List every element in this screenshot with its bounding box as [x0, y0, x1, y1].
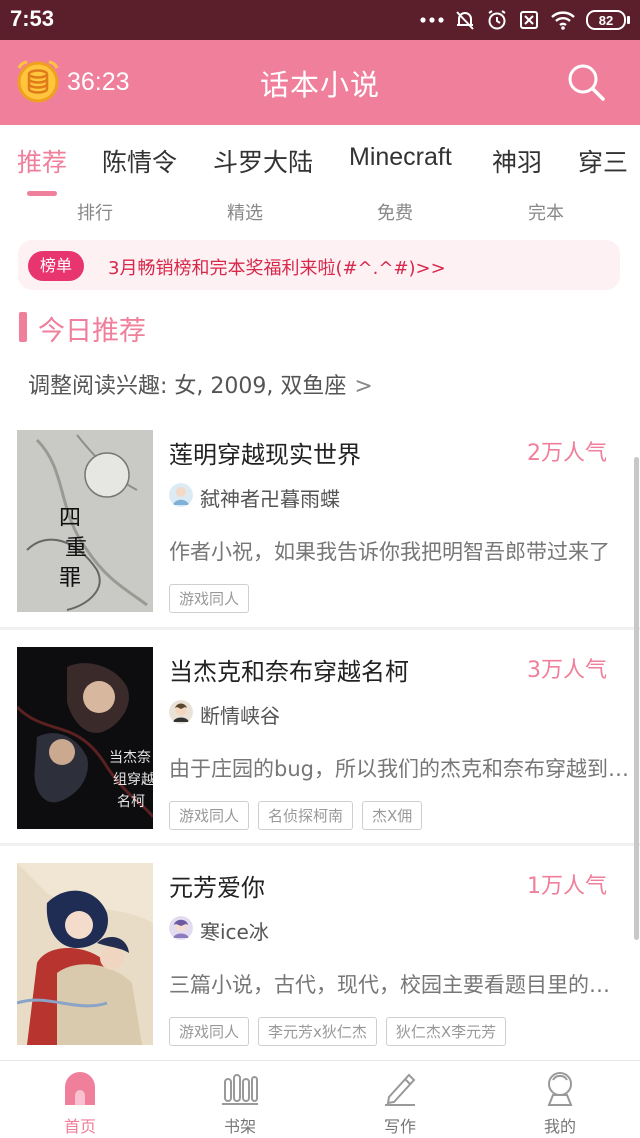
nav-profile[interactable]: 我的 [510, 1069, 610, 1137]
book-tag[interactable]: 名侦探柯南 [258, 801, 354, 830]
tab-minecraft[interactable]: Minecraft [349, 143, 452, 172]
tab-douluo-dalu[interactable]: 斗罗大陆 [213, 143, 313, 179]
book-popularity: 1万人气 [527, 874, 607, 899]
bell-off-icon [456, 11, 474, 30]
active-tab-indicator [27, 191, 57, 196]
nav-label: 我的 [543, 1117, 576, 1136]
status-bar: 7:53 82 [0, 0, 640, 40]
tab-shenyu[interactable]: 神羽 [492, 143, 542, 179]
battery-icon: 82 [586, 10, 630, 30]
nav-write[interactable]: 写作 [350, 1069, 450, 1137]
pencil-icon [385, 1073, 416, 1106]
book-description: 作者小祝，如果我告诉你我把明智吾郎带过来了 [169, 540, 610, 564]
book-cover [17, 863, 153, 1045]
author-name: 寒ice冰 [200, 920, 269, 944]
notice-badge: 榜单 [28, 251, 85, 281]
book-tags: 游戏同人 李元芳x狄仁杰 狄仁杰X李元芳 [169, 1017, 507, 1046]
book-title: 莲明穿越现实世界 [169, 441, 361, 469]
nav-label: 首页 [63, 1117, 96, 1136]
author-name: 断情峡谷 [200, 704, 280, 728]
book-description: 由于庄园的bug，所以我们的杰克和奈布穿越到了名柯 [169, 757, 629, 781]
author-avatar [169, 483, 193, 507]
book-tag[interactable]: 狄仁杰X李元芳 [385, 1017, 507, 1046]
tab-chenqingling[interactable]: 陈情令 [102, 143, 177, 179]
section-title: 今日推荐 [38, 316, 146, 347]
svg-text:重: 重 [65, 536, 87, 561]
battery-level: 82 [586, 10, 626, 30]
book-title: 元芳爱你 [169, 874, 265, 902]
book-card[interactable]: 元芳爱你 1万人气 寒ice冰 三篇小说，古代，现代，校园主要看题目里的内容 游… [0, 863, 640, 1079]
book-tags: 游戏同人 [169, 584, 250, 613]
subnav-free[interactable]: 免费 [335, 199, 455, 225]
author-avatar [169, 916, 193, 940]
book-cover: 四 重 罪 [17, 430, 153, 612]
sub-nav: 排行 精选 免费 完本 [0, 197, 640, 231]
subnav-featured[interactable]: 精选 [185, 199, 305, 225]
svg-text:名柯: 名柯 [117, 794, 145, 810]
nav-label: 书架 [223, 1117, 256, 1136]
book-tag[interactable]: 杰X佣 [362, 801, 423, 830]
svg-text:当杰奈: 当杰奈 [109, 750, 151, 766]
divider [0, 627, 640, 630]
book-tag[interactable]: 游戏同人 [169, 1017, 250, 1046]
book-card[interactable]: 四 重 罪 莲明穿越现实世界 2万人气 弑神者卍暮雨蝶 作者小祝，如果我告诉你我… [0, 430, 640, 646]
nav-bookshelf[interactable]: 书架 [190, 1069, 290, 1137]
chevron-right-icon: > [354, 374, 373, 399]
interest-text: 调整阅读兴趣: 女, 2009, 双鱼座 [28, 374, 347, 399]
book-popularity: 3万人气 [527, 658, 607, 683]
nav-label: 写作 [383, 1117, 416, 1136]
tab-recommend[interactable]: 推荐 [17, 143, 67, 179]
svg-text:组穿越: 组穿越 [113, 772, 153, 788]
sim-off-icon [520, 11, 538, 29]
svg-text:罪: 罪 [59, 566, 81, 591]
app-bar: 36:23 话本小说 [0, 40, 640, 125]
category-tabs: 推荐 陈情令 斗罗大陆 Minecraft 神羽 穿三 [0, 125, 640, 197]
author-name: 弑神者卍暮雨蝶 [200, 487, 340, 511]
scrollbar[interactable] [634, 457, 639, 940]
svg-text:四: 四 [59, 506, 81, 531]
author-avatar [169, 700, 193, 724]
subnav-completed[interactable]: 完本 [486, 199, 606, 225]
more-dots-icon [420, 17, 444, 23]
book-popularity: 2万人气 [527, 441, 607, 466]
alarm-clock-icon [488, 10, 506, 30]
book-tag[interactable]: 游戏同人 [169, 801, 250, 830]
status-time: 7:53 [10, 6, 55, 31]
book-title: 当杰克和奈布穿越名柯 [169, 658, 409, 686]
book-tags: 游戏同人 名侦探柯南 杰X佣 [169, 801, 423, 830]
adjust-interest-link[interactable]: 调整阅读兴趣: 女, 2009, 双鱼座 > [28, 368, 373, 400]
home-icon [65, 1072, 95, 1105]
status-icons: 82 [420, 8, 630, 32]
ranking-notice[interactable]: 榜单 3月畅销榜和完本奖福利来啦(#^.^#)>> [18, 240, 620, 290]
profile-icon [547, 1072, 573, 1106]
book-card[interactable]: 当杰奈 组穿越 名柯 当杰克和奈布穿越名柯 3万人气 断情峡谷 由于庄园的bug… [0, 647, 640, 863]
subnav-ranking[interactable]: 排行 [35, 199, 155, 225]
bookshelf-icon [222, 1074, 258, 1105]
book-description: 三篇小说，古代，现代，校园主要看题目里的内容 [169, 973, 629, 997]
book-tag[interactable]: 游戏同人 [169, 584, 250, 613]
app-title: 话本小说 [259, 68, 380, 102]
search-icon[interactable] [566, 62, 606, 102]
section-accent-bar [19, 312, 27, 342]
tab-chuansan[interactable]: 穿三 [578, 143, 628, 179]
divider [0, 843, 640, 846]
bottom-nav: 首页 书架 写作 我的 [0, 1060, 640, 1138]
wifi-icon [551, 11, 575, 30]
nav-home[interactable]: 首页 [30, 1069, 130, 1137]
book-cover: 当杰奈 组穿越 名柯 [17, 647, 153, 829]
book-tag[interactable]: 李元芳x狄仁杰 [258, 1017, 377, 1046]
notice-text: 3月畅销榜和完本奖福利来啦(#^.^#)>> [108, 258, 446, 279]
